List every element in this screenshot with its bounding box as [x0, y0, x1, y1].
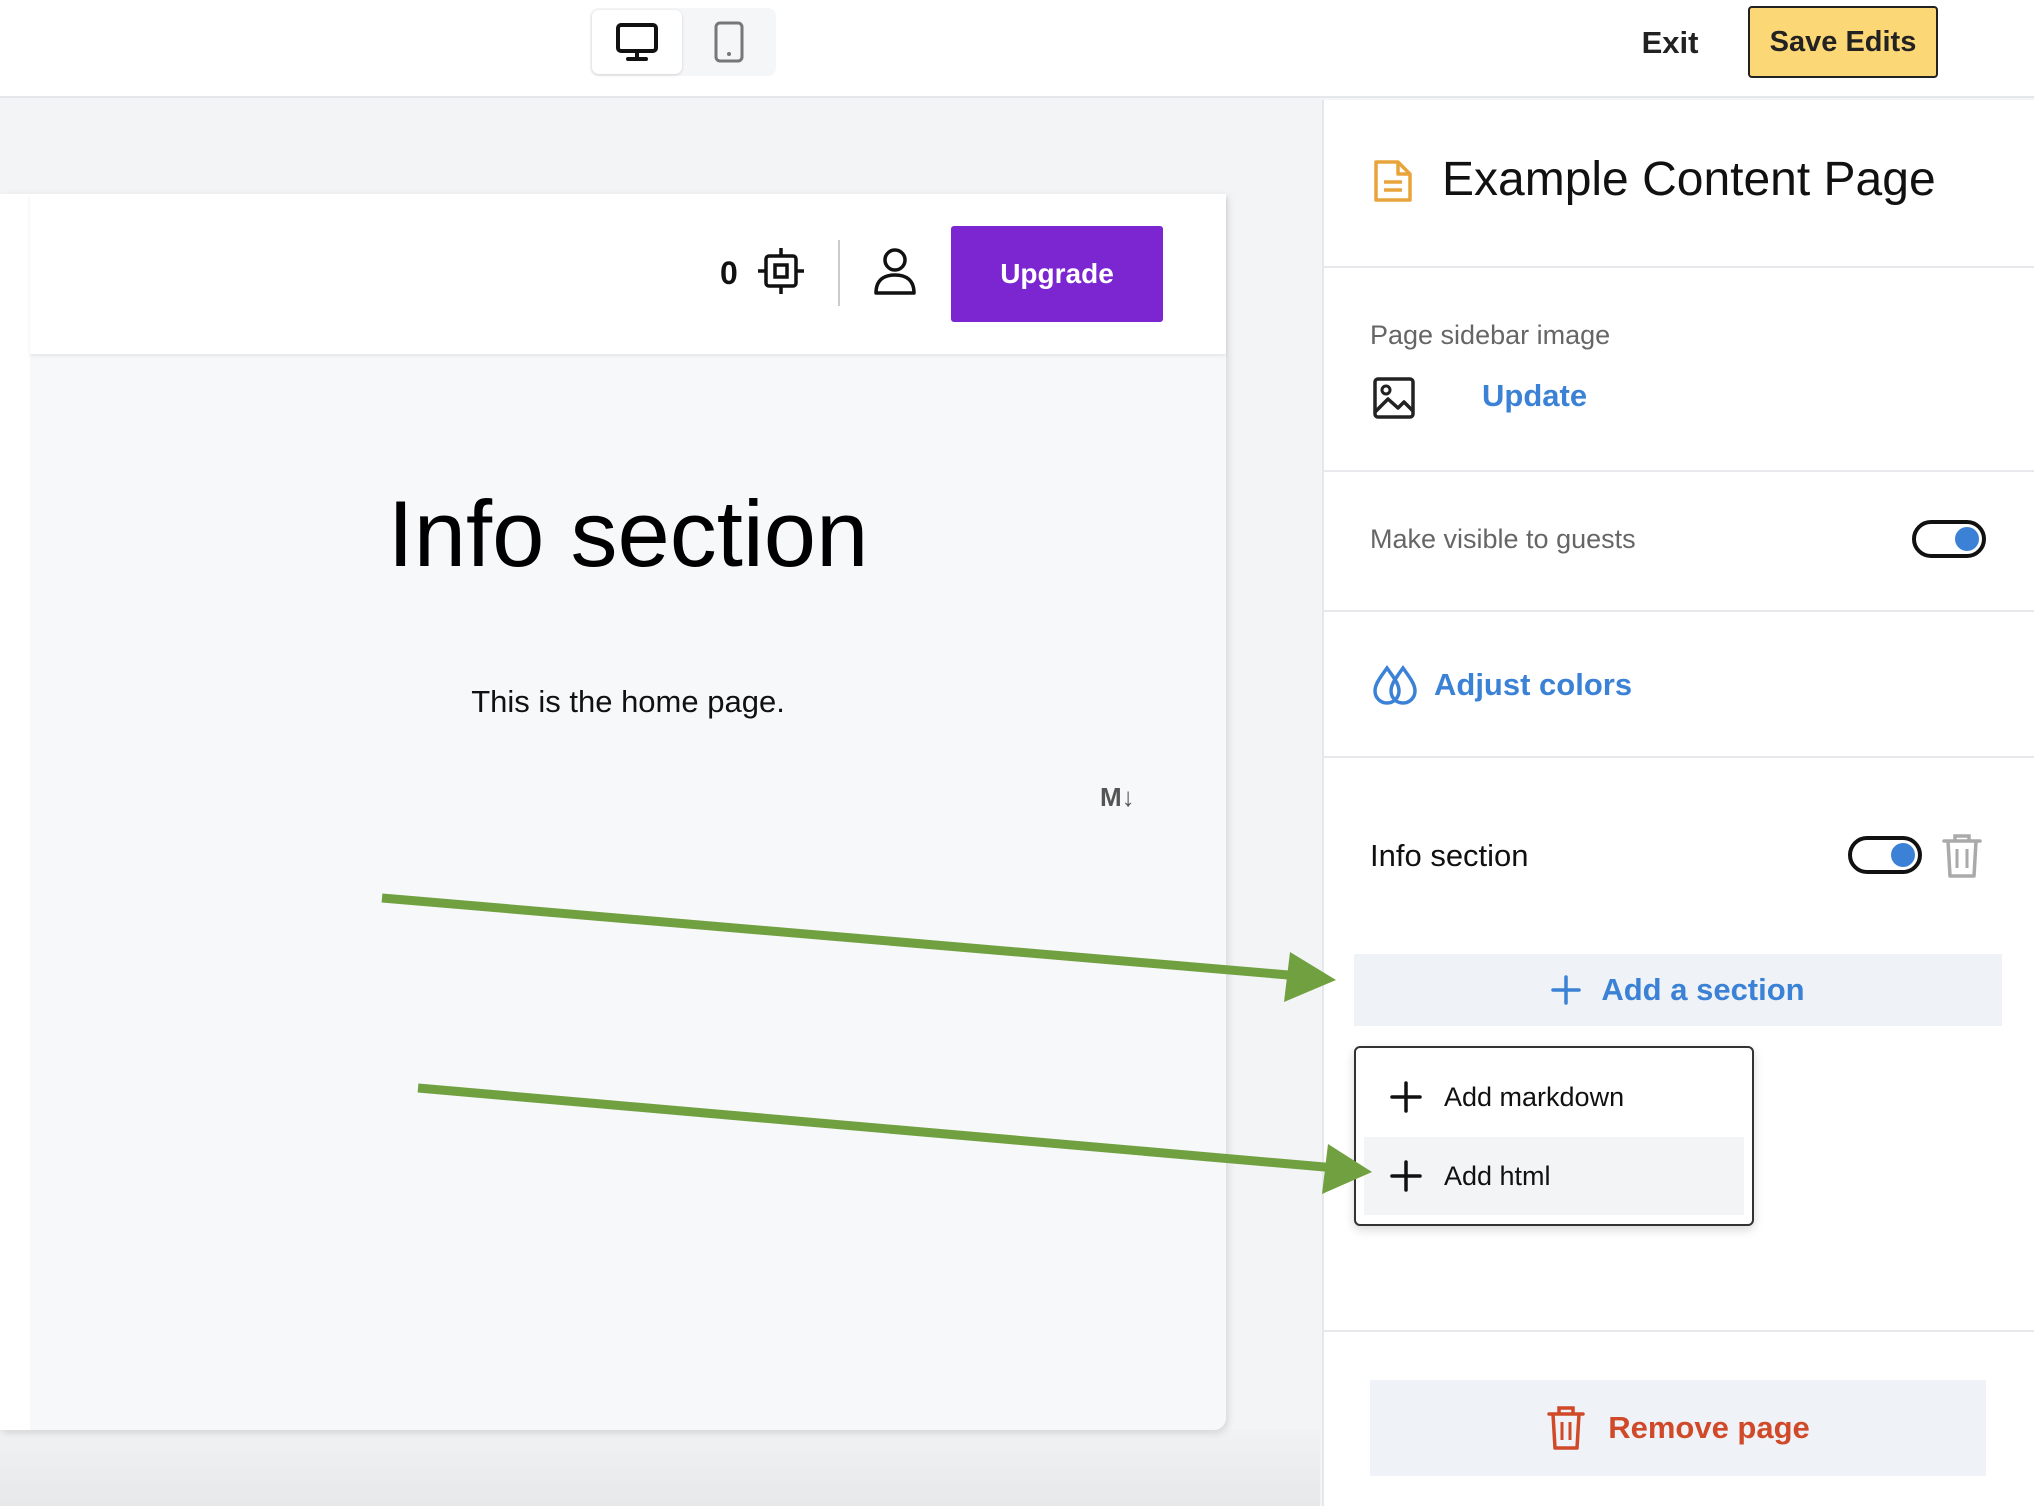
- tablet-view-button[interactable]: [684, 10, 774, 74]
- info-section-heading: Info section: [387, 481, 869, 586]
- add-markdown-label: Add markdown: [1444, 1081, 1625, 1112]
- visible-to-guests-label: Make visible to guests: [1370, 524, 1636, 554]
- top-toolbar: Exit Save Edits: [0, 0, 2034, 98]
- preview-card: [0, 194, 1226, 1430]
- page-title: Example Content Page: [1442, 153, 1936, 206]
- panel-divider: [1322, 610, 2034, 612]
- markdown-icon: M↓: [1100, 782, 1135, 812]
- add-section-label: Add a section: [1601, 972, 1805, 1007]
- add-markdown-option[interactable]: Add markdown: [1364, 1058, 1744, 1136]
- page-document-icon: [1374, 160, 1412, 202]
- visible-to-guests-toggle[interactable]: [1912, 520, 1986, 558]
- user-icon[interactable]: [872, 246, 918, 296]
- panel-divider: [1322, 266, 2034, 268]
- image-icon: [1373, 377, 1415, 419]
- delete-section-trash-icon[interactable]: [1940, 832, 1984, 880]
- tablet-icon: [714, 21, 744, 63]
- add-html-label: Add html: [1444, 1160, 1551, 1191]
- sidebar-image-label: Page sidebar image: [1370, 320, 1611, 350]
- desktop-icon: [616, 23, 658, 61]
- device-toggle: [590, 8, 776, 76]
- add-section-dropdown: Add markdown Add html: [1354, 1046, 1754, 1226]
- plus-icon: [1551, 975, 1582, 1005]
- add-html-option[interactable]: Add html: [1364, 1137, 1744, 1215]
- section-name-label: Info section: [1370, 838, 1529, 873]
- adjust-colors-button[interactable]: Adjust colors: [1370, 664, 1632, 706]
- panel-divider: [1322, 470, 2034, 472]
- plus-icon: [1390, 1160, 1422, 1192]
- update-sidebar-image-link[interactable]: Update: [1482, 378, 1587, 414]
- trash-icon: [1547, 1406, 1585, 1450]
- preview-left-edge: [0, 194, 30, 1430]
- save-edits-button[interactable]: Save Edits: [1748, 6, 1938, 78]
- remove-page-button[interactable]: Remove page: [1370, 1380, 1986, 1476]
- adjust-colors-label: Adjust colors: [1434, 667, 1633, 702]
- upgrade-button[interactable]: Upgrade: [951, 226, 1163, 322]
- plus-icon: [1390, 1081, 1422, 1113]
- exit-button[interactable]: Exit: [1620, 18, 1720, 68]
- add-section-button[interactable]: Add a section: [1354, 954, 2002, 1026]
- info-section-body: This is the home page.: [471, 684, 785, 719]
- credits-chip-icon: [758, 248, 804, 294]
- color-drops-icon: [1373, 664, 1417, 705]
- panel-divider: [1322, 756, 2034, 758]
- remove-page-label: Remove page: [1608, 1410, 1810, 1445]
- section-visibility-toggle[interactable]: [1848, 836, 1922, 874]
- panel-divider: [1322, 1330, 2034, 1332]
- desktop-view-button[interactable]: [592, 10, 682, 74]
- header-divider: [838, 240, 840, 306]
- credit-count: 0: [720, 255, 738, 291]
- toggle-knob: [1955, 527, 1979, 551]
- toggle-knob: [1891, 843, 1915, 867]
- canvas-footer: [0, 1430, 1320, 1506]
- settings-panel: [1322, 100, 2034, 1506]
